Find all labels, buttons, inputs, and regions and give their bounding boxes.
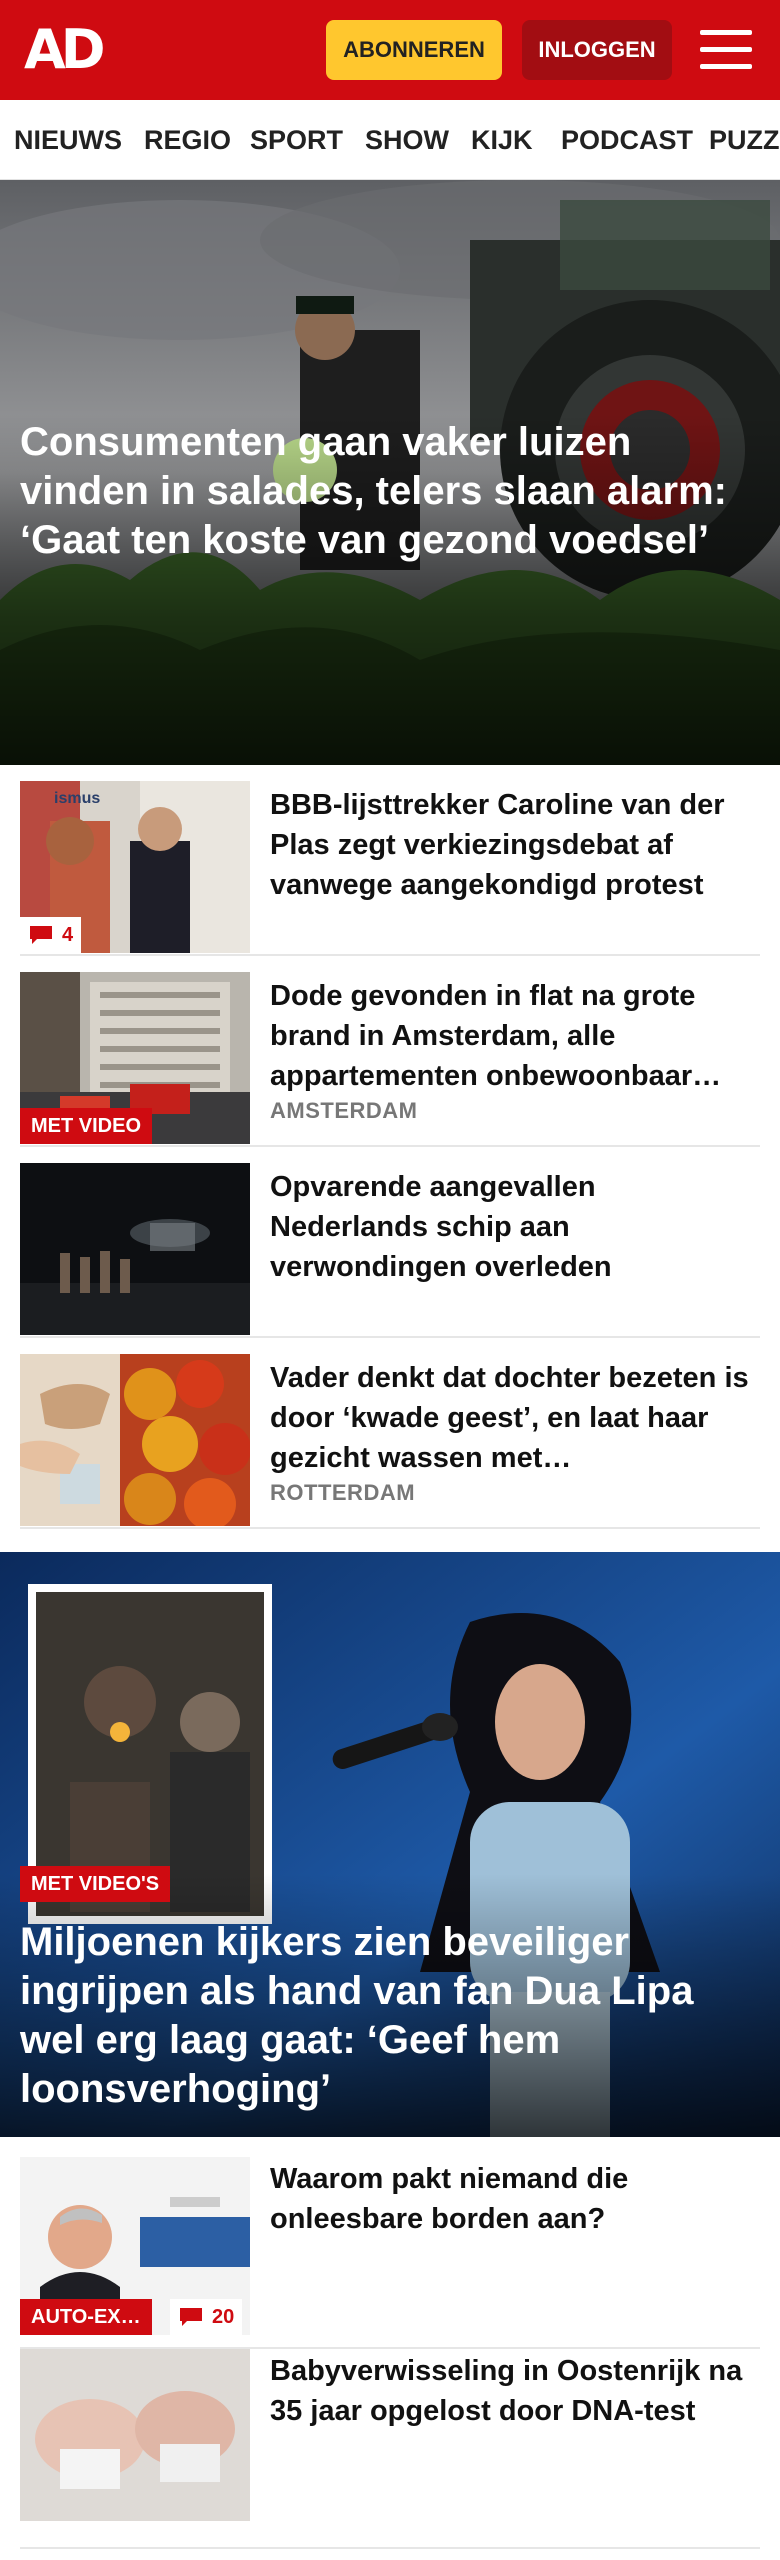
comments-badge[interactable]: 4	[20, 917, 82, 953]
section-nav: NIEUWS REGIO SPORT SHOW KIJK PODCAST PUZ…	[0, 100, 780, 180]
comment-count: 20	[212, 2306, 235, 2328]
list-item[interactable]: AUTO-EX… 20 Waarom pakt niemand die onle…	[20, 2137, 760, 2349]
hero-title[interactable]: Consumenten gaan vaker luizen vinden in …	[20, 418, 770, 565]
nav-item-puzzel[interactable]: PUZZ	[709, 100, 780, 179]
site-header: AD ABONNEREN INLOGGEN	[0, 0, 780, 100]
story-title[interactable]: Waarom pakt niemand die onleesbare borde…	[270, 2159, 760, 2239]
story-title[interactable]: Babyverwisseling in Oostenrijk na 35 jaa…	[270, 2351, 760, 2431]
login-button[interactable]: INLOGGEN	[522, 20, 672, 80]
comments-badge[interactable]: 20	[170, 2299, 243, 2335]
category-badge: AUTO-EX…	[20, 2299, 152, 2335]
video-badge: MET VIDEO'S	[20, 1866, 171, 1902]
comment-icon	[180, 2308, 202, 2326]
story-title[interactable]: BBB-lijsttrekker Caroline van der Plas z…	[270, 785, 760, 905]
feature-title[interactable]: Miljoenen kijkers zien beveiliger ingrij…	[20, 1918, 760, 2114]
ad-logo[interactable]: AD	[24, 22, 116, 78]
nav-item-podcast[interactable]: PODCAST	[561, 100, 693, 179]
nav-item-sport[interactable]: SPORT	[250, 100, 343, 179]
svg-text:ismus: ismus	[54, 790, 100, 807]
list-item[interactable]: Babyverwisseling in Oostenrijk na 35 jaa…	[20, 2349, 760, 2549]
story-title[interactable]: Dode gevonden in flat na grote brand in …	[270, 976, 760, 1096]
list-item[interactable]: MET VIDEO Dode gevonden in flat na grote…	[20, 956, 760, 1147]
subscribe-button[interactable]: ABONNEREN	[326, 20, 502, 80]
nav-item-show[interactable]: SHOW	[365, 100, 449, 179]
nav-item-regio[interactable]: REGIO	[144, 100, 231, 179]
nav-item-kijk[interactable]: KIJK	[471, 100, 533, 179]
story-thumbnail	[20, 2349, 250, 2521]
video-badge: MET VIDEO	[20, 1108, 153, 1144]
comment-count: 4	[62, 924, 74, 946]
story-location[interactable]: ROTTERDAM	[270, 1480, 415, 1506]
nav-item-nieuws[interactable]: NIEUWS	[14, 100, 122, 179]
story-thumbnail	[20, 1354, 250, 1526]
list-item[interactable]: Opvarende aangevallen Nederlands schip a…	[20, 1147, 760, 1338]
story-thumbnail	[20, 1163, 250, 1335]
hamburger-menu-icon[interactable]	[700, 26, 752, 74]
story-location[interactable]: AMSTERDAM	[270, 1098, 418, 1124]
story-title[interactable]: Vader denkt dat dochter bezeten is door …	[270, 1358, 760, 1478]
story-title[interactable]: Opvarende aangevallen Nederlands schip a…	[270, 1167, 760, 1287]
list-item[interactable]: ismus 4 BBB-lijsttrekker Caroline van de…	[20, 765, 760, 956]
list-item[interactable]: Vader denkt dat dochter bezeten is door …	[20, 1338, 760, 1529]
comment-icon	[30, 926, 52, 944]
